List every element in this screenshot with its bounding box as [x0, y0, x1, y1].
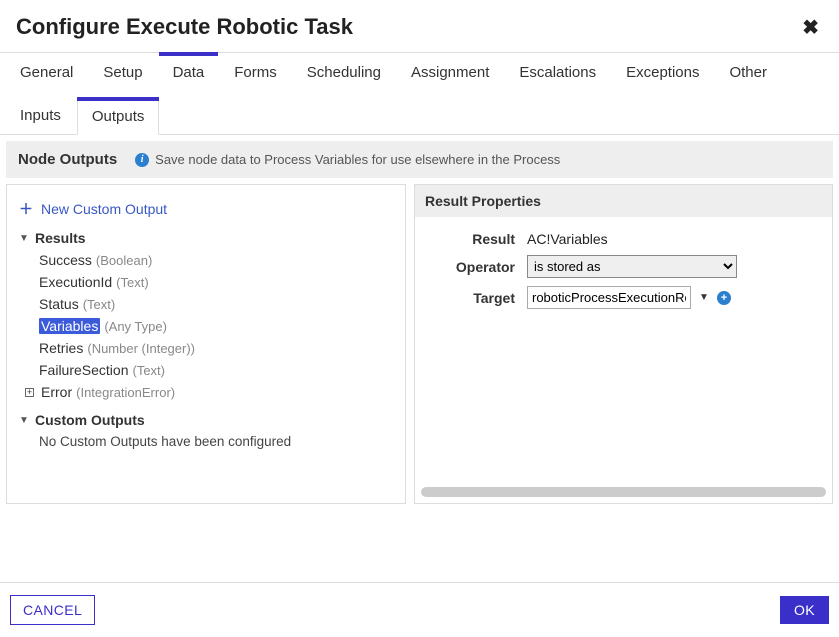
- dialog-footer: CANCEL OK: [0, 582, 839, 637]
- tab-setup[interactable]: Setup: [89, 53, 156, 91]
- tree-results-heading[interactable]: ▼ Results: [19, 227, 397, 249]
- chevron-down-icon[interactable]: ▼: [697, 292, 711, 303]
- tabs-primary: General Setup Data Forms Scheduling Assi…: [0, 52, 839, 91]
- section-header: Node Outputs i Save node data to Process…: [6, 141, 833, 178]
- result-label: Result: [427, 231, 515, 247]
- target-input[interactable]: [527, 286, 691, 309]
- tab-inputs[interactable]: Inputs: [6, 97, 75, 135]
- section-info: i Save node data to Process Variables fo…: [135, 152, 560, 167]
- tab-escalations[interactable]: Escalations: [505, 53, 610, 91]
- close-icon[interactable]: ✖: [798, 15, 823, 40]
- tree-item-failuresection[interactable]: FailureSection (Text): [19, 359, 397, 381]
- new-custom-output-button[interactable]: ＋ New Custom Output: [15, 195, 397, 227]
- caret-down-icon: ▼: [19, 233, 31, 244]
- outputs-tree-panel: ＋ New Custom Output ▼ Results Success (B…: [6, 184, 406, 504]
- tab-assignment[interactable]: Assignment: [397, 53, 503, 91]
- prop-row-target: Target ▼ +: [427, 282, 820, 313]
- tab-exceptions[interactable]: Exceptions: [612, 53, 713, 91]
- tree-item-status[interactable]: Status (Text): [19, 293, 397, 315]
- tree-item-retries[interactable]: Retries (Number (Integer)): [19, 337, 397, 359]
- tree-custom-heading[interactable]: ▼ Custom Outputs: [19, 409, 397, 431]
- tabs-secondary: Inputs Outputs: [0, 97, 839, 135]
- tree-item-variables[interactable]: Variables (Any Type): [19, 315, 397, 337]
- ok-button[interactable]: OK: [780, 596, 829, 624]
- result-value: AC!Variables: [527, 231, 820, 247]
- dialog-title: Configure Execute Robotic Task: [16, 14, 353, 40]
- prop-row-operator: Operator is stored as: [427, 251, 820, 282]
- tab-scheduling[interactable]: Scheduling: [293, 53, 395, 91]
- content-wrapper: Node Outputs i Save node data to Process…: [0, 134, 839, 516]
- tab-forms[interactable]: Forms: [220, 53, 291, 91]
- horizontal-scrollbar[interactable]: [421, 487, 826, 497]
- section-info-text: Save node data to Process Variables for …: [155, 152, 560, 167]
- info-icon: i: [135, 153, 149, 167]
- tab-general[interactable]: General: [6, 53, 87, 91]
- tree-item-error[interactable]: + Error (IntegrationError): [19, 381, 397, 403]
- outputs-tree: ▼ Results Success (Boolean) ExecutionId …: [15, 227, 397, 452]
- expand-icon[interactable]: +: [25, 388, 34, 397]
- tree-item-success[interactable]: Success (Boolean): [19, 249, 397, 271]
- dialog-header: Configure Execute Robotic Task ✖: [0, 0, 839, 52]
- tab-outputs[interactable]: Outputs: [77, 97, 160, 135]
- operator-select[interactable]: is stored as: [527, 255, 737, 278]
- add-target-icon[interactable]: +: [717, 291, 731, 305]
- cancel-button[interactable]: CANCEL: [10, 595, 95, 625]
- prop-row-result: Result AC!Variables: [427, 227, 820, 251]
- tab-data[interactable]: Data: [159, 53, 219, 91]
- result-properties-panel: Result Properties Result AC!Variables Op…: [414, 184, 833, 504]
- target-label: Target: [427, 290, 515, 306]
- tab-other[interactable]: Other: [715, 53, 781, 91]
- panels: ＋ New Custom Output ▼ Results Success (B…: [6, 184, 833, 504]
- tree-item-executionid[interactable]: ExecutionId (Text): [19, 271, 397, 293]
- new-custom-output-label: New Custom Output: [41, 201, 167, 217]
- operator-label: Operator: [427, 259, 515, 275]
- tree-custom-empty: No Custom Outputs have been configured: [19, 431, 397, 452]
- result-properties-heading: Result Properties: [415, 185, 832, 217]
- section-title: Node Outputs: [18, 151, 117, 168]
- caret-down-icon: ▼: [19, 415, 31, 426]
- plus-icon: ＋: [19, 199, 33, 219]
